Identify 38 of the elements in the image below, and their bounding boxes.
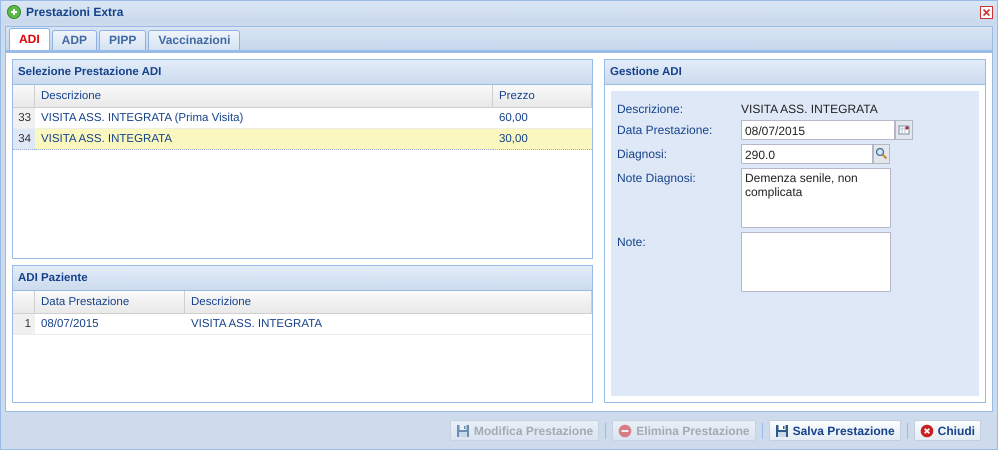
column-header: Data Prestazione — [35, 291, 185, 314]
field-label: Note Diagnosi: — [617, 170, 697, 185]
close-icon — [920, 424, 934, 438]
column-header — [13, 85, 35, 108]
search-icon[interactable] — [873, 144, 890, 164]
calendar-icon[interactable] — [895, 120, 913, 140]
panel-title: Gestione ADI — [605, 60, 985, 85]
diagnosis-field[interactable]: 290.0 — [741, 144, 873, 164]
table-cell[interactable]: 30,00 — [493, 129, 592, 150]
date-field[interactable]: 08/07/2015 — [741, 120, 895, 140]
column-header: Prezzo — [493, 85, 592, 108]
window-title: Prestazioni Extra — [26, 5, 124, 19]
field-label: Diagnosi: — [617, 146, 668, 161]
table-cell[interactable]: 08/07/2015 — [35, 314, 185, 335]
tab[interactable]: PIPP — [99, 30, 146, 50]
action-button[interactable]: Salva Prestazione — [768, 420, 901, 441]
table-cell[interactable]: VISITA ASS. INTEGRATA — [35, 129, 493, 150]
panel-title: ADI Paziente — [13, 266, 592, 291]
action-button[interactable]: Chiudi — [914, 420, 981, 441]
column-header: Descrizione — [35, 85, 493, 108]
field-value: VISITA ASS. INTEGRATA — [741, 101, 878, 116]
tab[interactable]: ADP — [52, 30, 98, 50]
field-label: Note: — [617, 234, 647, 249]
minus-icon — [618, 424, 632, 438]
row-number: 1 — [13, 314, 35, 335]
text-area[interactable]: Demenza senile, non complicata — [741, 168, 891, 228]
field-label: Descrizione: — [617, 101, 684, 116]
close-icon[interactable] — [980, 6, 993, 18]
table-cell[interactable]: VISITA ASS. INTEGRATA — [185, 314, 592, 335]
column-header — [13, 291, 35, 314]
field-label: Data Prestazione: — [617, 122, 714, 137]
tab[interactable]: ADI — [9, 28, 50, 50]
column-header: Descrizione — [185, 291, 592, 314]
tab[interactable]: Vaccinazioni — [148, 30, 240, 50]
row-number: 34 — [13, 129, 35, 150]
panel-title: Selezione Prestazione ADI — [13, 60, 592, 85]
row-number: 33 — [13, 108, 35, 129]
add-icon — [7, 5, 21, 19]
